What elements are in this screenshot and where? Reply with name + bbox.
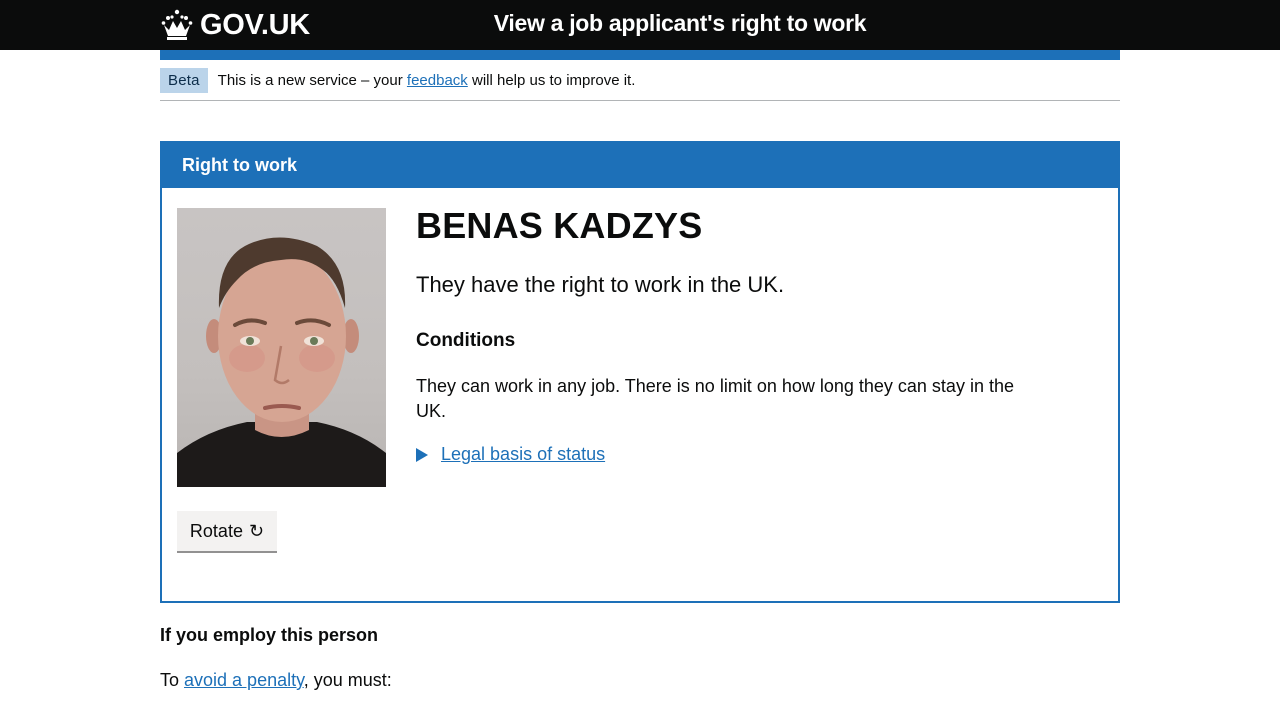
- phase-text-after: will help us to improve it.: [467, 71, 636, 89]
- right-to-work-panel: Right to work Rotate ↻ BENAS KADZYS They…: [160, 141, 1120, 603]
- service-name[interactable]: View a job applicant's right to work: [440, 10, 920, 37]
- crown-icon: [161, 9, 193, 40]
- logo-text: GOV.UK: [200, 8, 310, 41]
- applicant-photo: [177, 208, 386, 487]
- penalty-to: To: [160, 670, 185, 690]
- penalty-must: , you must:: [303, 670, 392, 690]
- rotate-button[interactable]: Rotate ↻: [177, 511, 277, 551]
- phase-text-before: This is a new service – your: [217, 71, 407, 89]
- legal-basis-link[interactable]: Legal basis of status: [441, 444, 605, 465]
- employ-heading: If you employ this person: [160, 625, 379, 645]
- header-accent-bar: [160, 50, 1120, 60]
- triangle-right-icon[interactable]: [416, 447, 428, 462]
- person-name: BENAS KADZYS: [416, 205, 703, 246]
- site-header: GOV.UK View a job applicant's right to w…: [0, 0, 1280, 50]
- penalty-text: To avoid a penalty, you must:: [160, 670, 392, 691]
- conditions-heading: Conditions: [416, 330, 516, 352]
- panel-title: Right to work: [162, 143, 1118, 188]
- phase-text: This is a new service – your feedback wi…: [218, 72, 636, 89]
- rotate-button-label: Rotate: [189, 520, 243, 541]
- feedback-link[interactable]: feedback: [407, 72, 468, 89]
- conditions-text: They can work in any job. There is no li…: [416, 376, 1014, 422]
- right-to-work-status: They have the right to work in the UK.: [416, 272, 785, 298]
- applicant-photo-illustration: [177, 237, 386, 487]
- panel-body: BENAS KADZYS They have the right to work…: [416, 205, 1036, 465]
- phase-banner: Beta This is a new service – your feedba…: [160, 60, 1120, 101]
- legal-basis-details[interactable]: Legal basis of status: [416, 444, 1036, 465]
- govuk-logo-link[interactable]: GOV.UK: [160, 6, 310, 44]
- rotate-icon: ↻: [248, 520, 265, 541]
- avoid-penalty-link[interactable]: avoid a penalty: [184, 670, 304, 690]
- beta-tag: Beta: [160, 67, 208, 93]
